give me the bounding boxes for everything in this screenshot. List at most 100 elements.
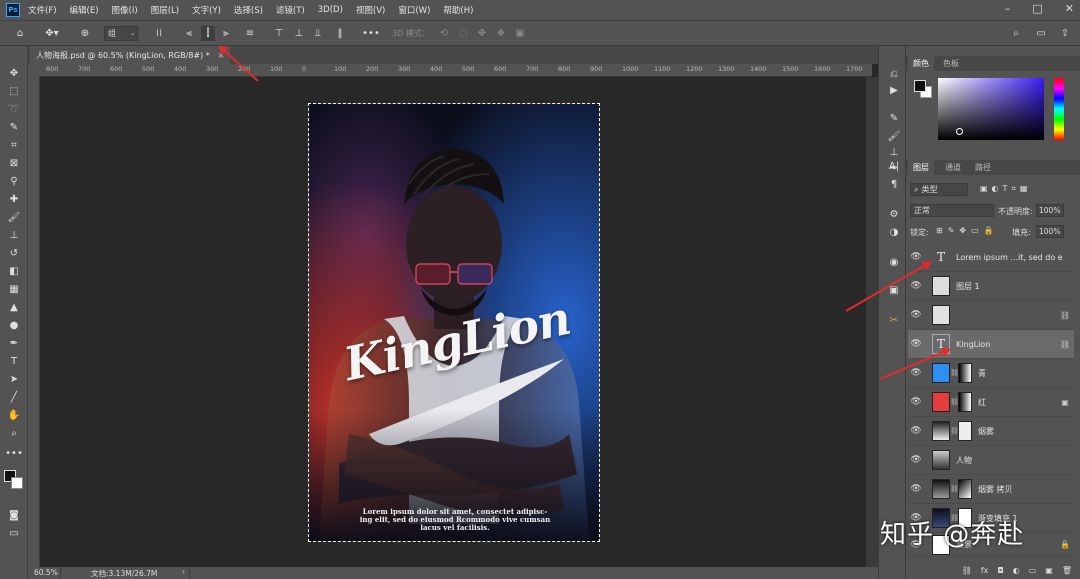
new-layer-icon[interactable]: ▣ xyxy=(1045,566,1053,575)
line-tool-icon[interactable]: ╱ xyxy=(6,390,22,404)
menu-type[interactable]: 文字(Y) xyxy=(192,4,221,16)
transform-controls-icon[interactable]: ⁞⁞ xyxy=(152,26,166,41)
screen-mode-icon[interactable]: ▭ xyxy=(6,526,22,540)
healing-brush-tool-icon[interactable]: ✚ xyxy=(6,192,22,206)
paragraph-panel-icon[interactable]: ¶ xyxy=(887,178,901,190)
home-icon[interactable]: ⌂ xyxy=(12,26,28,41)
brushes-panel-icon[interactable]: 🖌 xyxy=(887,130,901,142)
menu-image[interactable]: 图像(I) xyxy=(112,4,138,16)
lasso-tool-icon[interactable]: ➰ xyxy=(6,102,22,116)
align-bottom-icon[interactable]: ⫫ xyxy=(311,26,325,41)
tab-channels[interactable]: 通道 xyxy=(940,160,966,175)
lock-icons[interactable]: ⊞✎✥▭🔒 xyxy=(936,226,999,235)
quick-mask-icon[interactable]: ◙ xyxy=(6,508,22,522)
actions-panel-icon[interactable]: ▶ xyxy=(887,84,901,96)
distribute-vertical-icon[interactable]: ‖ xyxy=(333,26,347,41)
gradient-tool-icon[interactable]: ▦ xyxy=(6,282,22,296)
hue-slider[interactable] xyxy=(1054,78,1064,140)
3d-pan-icon[interactable]: ✥ xyxy=(475,26,489,41)
layer-row-smoke-copy[interactable]: 👁 ⛓ 烟雾 拷贝 xyxy=(908,475,1074,504)
tab-layers[interactable]: 图层 xyxy=(908,160,934,175)
visibility-eye-icon[interactable]: 👁 xyxy=(908,426,924,436)
move-tool-icon[interactable]: ✥ xyxy=(6,66,22,80)
tools-extension-icon[interactable]: ✂ xyxy=(887,314,901,326)
maximize-button[interactable]: □ xyxy=(1032,2,1042,15)
quick-select-tool-icon[interactable]: ✎ xyxy=(6,120,22,134)
history-brush-tool-icon[interactable]: ↺ xyxy=(6,246,22,260)
type-tool-icon[interactable]: T xyxy=(6,354,22,368)
auto-select-dropdown[interactable]: 组 ⌄ xyxy=(104,26,138,41)
eraser-tool-icon[interactable]: ◧ xyxy=(6,264,22,278)
dodge-tool-icon[interactable]: ● xyxy=(6,318,22,332)
share-icon[interactable]: ⇪ xyxy=(1058,26,1072,41)
align-vertical-center-icon[interactable]: ⊥ xyxy=(292,26,306,41)
layer-filter-dropdown[interactable]: ⌕ 类型 xyxy=(910,183,968,196)
layer-row-smoke[interactable]: 👁 ⛓ 烟雾 xyxy=(908,417,1074,446)
menu-3d[interactable]: 3D(D) xyxy=(318,5,343,15)
align-right-icon[interactable]: ⫸ xyxy=(219,26,233,41)
opacity-field[interactable]: 100% xyxy=(1036,204,1064,217)
link-layers-icon[interactable]: ⛓ xyxy=(962,566,972,575)
move-tool-preset-icon[interactable]: ✥▾ xyxy=(40,26,64,41)
visibility-eye-icon[interactable]: 👁 xyxy=(908,484,924,494)
color-field[interactable] xyxy=(938,78,1044,140)
blend-mode-dropdown[interactable]: 正常 xyxy=(910,204,994,217)
3d-orbit-icon[interactable]: ⟲ xyxy=(437,26,451,41)
character-panel-icon[interactable]: A| xyxy=(887,160,901,172)
history-panel-icon[interactable]: ⎌ xyxy=(887,68,901,80)
3d-slide-icon[interactable]: ❖ xyxy=(494,26,508,41)
more-options-icon[interactable]: ••• xyxy=(362,26,380,41)
background-color-swatch[interactable] xyxy=(11,477,23,489)
status-menu-chevron-icon[interactable]: › xyxy=(182,567,185,576)
color-foreground-swatch[interactable] xyxy=(914,80,926,92)
pen-tool-icon[interactable]: ✒ xyxy=(6,336,22,350)
zoom-level[interactable]: 60.5% xyxy=(34,568,58,577)
layer-row-shape[interactable]: 👁 ⛓ xyxy=(908,301,1074,330)
document-tab[interactable]: 人物海报.psd @ 60.5% (KingLion, RGB/8#) * × xyxy=(30,46,231,64)
adjustments-panel-icon[interactable]: ◑ xyxy=(887,226,901,238)
crop-tool-icon[interactable]: ⌗ xyxy=(6,138,22,152)
menu-layer[interactable]: 图层(L) xyxy=(151,4,179,16)
distribute-icon[interactable]: ≡ xyxy=(243,26,257,41)
tab-paths[interactable]: 路径 xyxy=(970,160,996,175)
tab-color[interactable]: 颜色 xyxy=(908,56,934,71)
3d-roll-icon[interactable]: ◌ xyxy=(456,26,470,41)
align-horizontal-center-icon[interactable]: ⫿ xyxy=(201,26,215,41)
menu-select[interactable]: 选择(S) xyxy=(234,4,263,16)
brush-tool-icon[interactable]: 🖌 xyxy=(6,210,22,224)
adjustment-layer-icon[interactable]: ◐ xyxy=(1013,566,1020,575)
vertical-scrollbar[interactable] xyxy=(866,77,878,567)
properties-panel-icon[interactable]: ⚙ xyxy=(887,208,901,220)
visibility-eye-icon[interactable]: 👁 xyxy=(908,339,924,349)
menu-file[interactable]: 文件(F) xyxy=(28,4,57,16)
zoom-tool-icon[interactable]: ⌕ xyxy=(6,426,22,440)
menu-edit[interactable]: 编辑(E) xyxy=(70,4,99,16)
visibility-eye-icon[interactable]: 👁 xyxy=(908,281,924,291)
layer-row-lorem-text[interactable]: 👁 T Lorem ipsum ...it, sed do e xyxy=(908,243,1074,272)
layer-row-person[interactable]: 👁 人物 xyxy=(908,446,1074,475)
frame-tool-icon[interactable]: ⊠ xyxy=(6,156,22,170)
layer-row-layer1[interactable]: 👁 图层 1 xyxy=(908,272,1074,301)
search-icon[interactable]: ⌕ xyxy=(1009,26,1023,41)
brush-settings-icon[interactable]: ✎ xyxy=(887,112,901,124)
marquee-tool-icon[interactable]: ⬚ xyxy=(6,84,22,98)
3d-scale-icon[interactable]: ▣ xyxy=(513,26,527,41)
camera-icon[interactable]: ◉ xyxy=(887,256,901,268)
align-top-icon[interactable]: ⊤ xyxy=(272,26,286,41)
tab-swatches[interactable]: 色板 xyxy=(938,56,964,71)
menu-view[interactable]: 视图(V) xyxy=(356,4,385,16)
menu-filter[interactable]: 滤镜(T) xyxy=(276,4,305,16)
clone-source-icon[interactable]: ⊥ xyxy=(887,146,901,158)
add-mask-icon[interactable]: ◘ xyxy=(997,566,1003,575)
visibility-eye-icon[interactable]: 👁 xyxy=(908,397,924,407)
workspace-icon[interactable]: ▭ xyxy=(1034,26,1048,41)
layer-row-cyan[interactable]: 👁 ⛓ 青 xyxy=(908,359,1074,388)
blur-tool-icon[interactable]: ▲ xyxy=(6,300,22,314)
clone-stamp-tool-icon[interactable]: ⊥ xyxy=(6,228,22,242)
layer-filter-icons[interactable]: ▣◐T⌗▦ xyxy=(980,184,1032,194)
path-selection-tool-icon[interactable]: ➤ xyxy=(6,372,22,386)
minimize-button[interactable]: – xyxy=(1005,2,1011,15)
auto-select-icon[interactable]: ⊕ xyxy=(78,26,92,41)
visibility-eye-icon[interactable]: 👁 xyxy=(908,368,924,378)
align-left-icon[interactable]: ⫷ xyxy=(182,26,196,41)
